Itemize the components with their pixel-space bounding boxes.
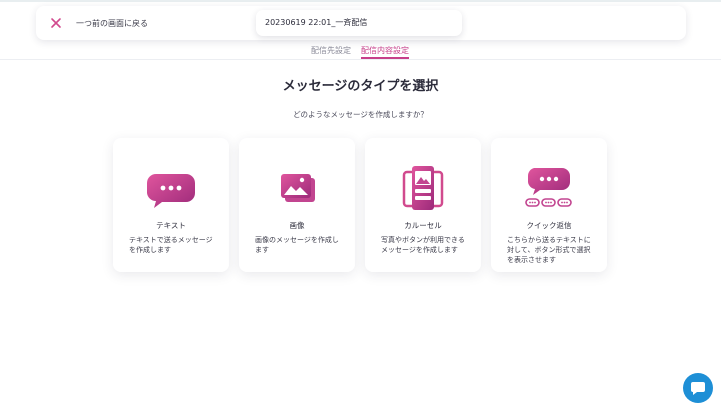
close-icon[interactable] [48, 15, 64, 31]
delivery-title: 20230619 22:01_一斉配信 [256, 10, 462, 36]
top-edge [0, 0, 721, 2]
text-message-icon [147, 174, 195, 208]
card-description: 写真やボタンが利用できるメッセージを作成します [381, 236, 465, 254]
tabs: 配信先設定 配信内容設定 [0, 45, 721, 60]
tab-delivery-target[interactable]: 配信先設定 [311, 45, 351, 56]
card-description: テキストで送るメッセージを作成します [129, 236, 213, 254]
card-description: こちらから送るテキストに対して、ボタン形式で選択を表示させます [507, 236, 591, 264]
page-subtitle: どのようなメッセージを作成しますか？ [293, 110, 428, 119]
chat-support-button[interactable] [683, 373, 713, 403]
message-type-card-carousel[interactable]: カルーセル 写真やボタンが利用できるメッセージを作成します [365, 138, 481, 272]
card-title: 画像 [289, 221, 305, 230]
chat-bubble-icon [691, 382, 705, 395]
card-title: クイック返信 [526, 221, 572, 230]
message-type-card-image[interactable]: 画像 画像のメッセージを作成します [239, 138, 355, 272]
card-title: テキスト [156, 221, 186, 230]
tab-delivery-content[interactable]: 配信内容設定 [361, 45, 409, 56]
quick-reply-icon [525, 168, 572, 207]
card-description: 画像のメッセージを作成します [255, 236, 339, 254]
message-type-card-quick-reply[interactable]: クイック返信 こちらから送るテキストに対して、ボタン形式で選択を表示させます [491, 138, 607, 272]
page-title: メッセージのタイプを選択 [282, 79, 439, 94]
back-button[interactable]: 一つ前の画面に戻る [48, 15, 148, 31]
carousel-icon [402, 166, 444, 210]
back-label[interactable]: 一つ前の画面に戻る [76, 18, 148, 29]
card-title: カルーセル [404, 221, 442, 230]
message-type-card-text[interactable]: テキスト テキストで送るメッセージを作成します [113, 138, 229, 272]
image-icon [281, 174, 315, 202]
divider [0, 59, 721, 60]
